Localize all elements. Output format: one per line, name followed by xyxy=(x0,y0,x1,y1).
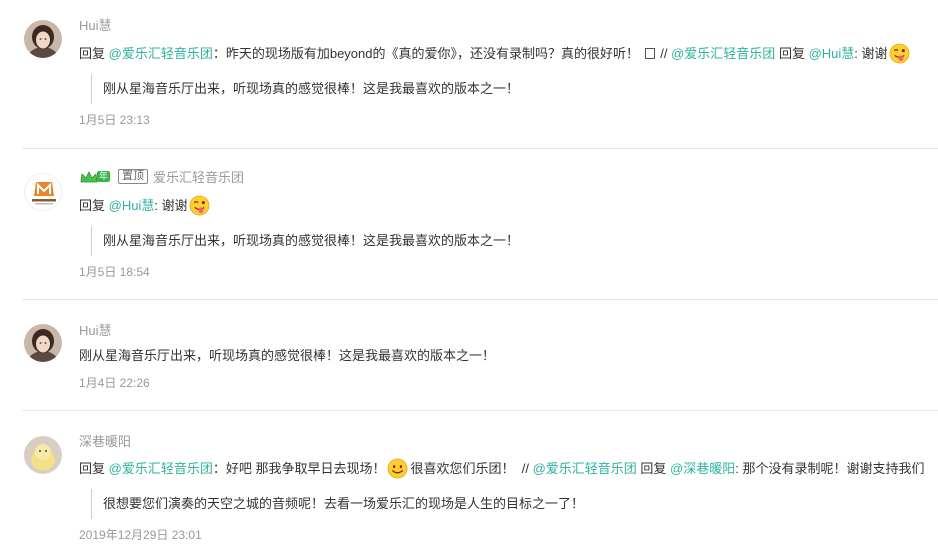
comment-text: 回复 @Hui慧: 谢谢 xyxy=(79,195,211,216)
timestamp: 1月5日 18:54 xyxy=(79,265,150,279)
avatar[interactable] xyxy=(24,436,62,474)
comment-content: : 谢谢 xyxy=(154,197,188,213)
comment-content: : 那个没有录制呢！谢谢支持我们 xyxy=(735,460,925,476)
mention-link[interactable]: @爱乐汇轻音乐团 xyxy=(109,44,213,64)
vip-crown-icon xyxy=(80,170,98,182)
quoted-comment: 很想要您们演奏的天空之城的音频呢！去看一场爱乐汇的现场是人生的目标之一了！ xyxy=(91,489,584,519)
separator: // xyxy=(521,460,529,476)
comment-content: : 谢谢 xyxy=(854,45,888,61)
divider xyxy=(22,148,938,149)
comment-text: 回复 @爱乐汇轻音乐团 ：好吧 那我争取早日去现场！ 很喜欢您们乐团！ // @爱… xyxy=(79,458,924,479)
mention-link[interactable]: @Hui慧 xyxy=(809,44,855,64)
pinned-badge: 置顶 xyxy=(118,169,149,184)
username[interactable]: 爱乐汇轻音乐团 xyxy=(153,167,244,186)
username[interactable]: 深巷暖阳 xyxy=(79,431,131,450)
reply-label: 回复 xyxy=(79,460,106,476)
timestamp: 2019年12月29日 23:01 xyxy=(79,528,202,542)
username[interactable]: Hui慧 xyxy=(79,320,112,339)
smile-emoji-icon xyxy=(388,458,408,479)
divider xyxy=(22,299,938,300)
username[interactable]: Hui慧 xyxy=(79,15,112,34)
reply-label: 回复 xyxy=(79,45,106,61)
tongue-wink-emoji-icon xyxy=(189,195,210,216)
comment-content: ：好吧 那我争取早日去现场！ xyxy=(212,460,386,476)
quoted-comment: 刚从星海音乐厅出来，听现场真的感觉很棒！这是我最喜欢的版本之一！ xyxy=(91,74,519,104)
avatar[interactable] xyxy=(24,324,62,362)
mention-link[interactable]: @爱乐汇轻音乐团 xyxy=(533,459,637,479)
avatar[interactable] xyxy=(24,20,62,58)
comment-content: ：昨天的现场版有加beyond的《真的爱你》，还没有录制吗？真的很好听！ xyxy=(212,45,639,61)
mention-link[interactable]: @爱乐汇轻音乐团 xyxy=(671,44,775,64)
comment-text: 回复 @爱乐汇轻音乐团 ：昨天的现场版有加beyond的《真的爱你》，还没有录制吗… xyxy=(79,43,911,64)
vip-badge[interactable]: 年 xyxy=(79,170,111,184)
reply-label: 回复 xyxy=(778,45,805,61)
mention-link[interactable]: @爱乐汇轻音乐团 xyxy=(109,459,213,479)
timestamp: 1月5日 23:13 xyxy=(79,113,150,127)
separator: // xyxy=(660,45,668,61)
vip-year-label: 年 xyxy=(97,171,111,182)
divider xyxy=(22,410,938,411)
mention-link[interactable]: @Hui慧 xyxy=(109,196,155,216)
timestamp: 1月4日 22:26 xyxy=(79,376,150,390)
avatar[interactable] xyxy=(24,173,62,211)
comment-content: 很喜欢您们乐团！ xyxy=(410,460,515,476)
mention-link[interactable]: @深巷暖阳 xyxy=(670,459,735,479)
username-row: 年 置顶 爱乐汇轻音乐团 xyxy=(79,167,244,186)
reply-label: 回复 xyxy=(79,197,106,213)
reply-label: 回复 xyxy=(640,460,667,476)
unknown-char-icon xyxy=(644,48,655,59)
comment-content: 刚从星海音乐厅出来，听现场真的感觉很棒！这是我最喜欢的版本之一！ xyxy=(79,348,496,363)
comment-text: 刚从星海音乐厅出来，听现场真的感觉很棒！这是我最喜欢的版本之一！ xyxy=(79,346,495,366)
quoted-comment: 刚从星海音乐厅出来，听现场真的感觉很棒！这是我最喜欢的版本之一！ xyxy=(91,226,519,256)
tongue-wink-emoji-icon xyxy=(889,43,909,64)
